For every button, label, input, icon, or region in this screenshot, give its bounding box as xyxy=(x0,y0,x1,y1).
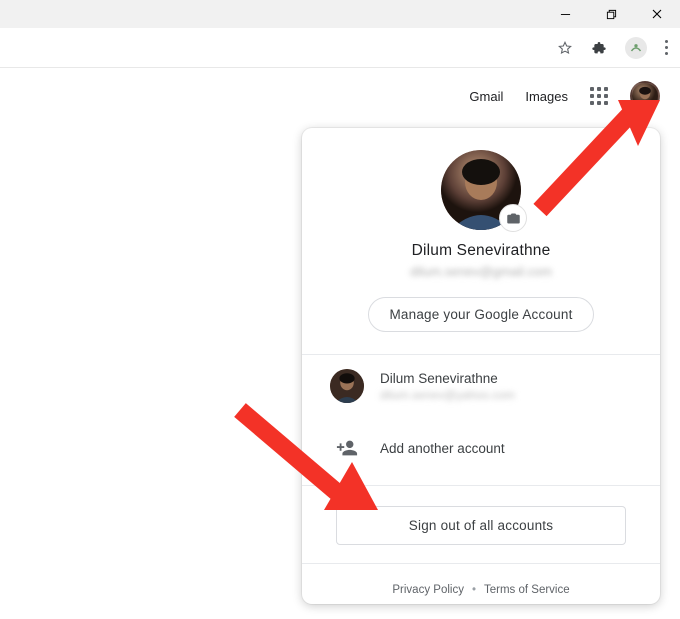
footer-separator: • xyxy=(472,584,476,596)
popover-header: Dilum Senevirathne dilum.senev@gmail.com… xyxy=(302,128,660,355)
chrome-menu-button[interactable] xyxy=(665,40,668,55)
restore-icon xyxy=(606,9,617,20)
other-account-row[interactable]: Dilum Senevirathne dilum.senev@yahoo.com xyxy=(302,355,660,417)
gmail-link[interactable]: Gmail xyxy=(469,89,503,104)
other-account-email: dilum.senev@yahoo.com xyxy=(380,388,515,402)
window-close-button[interactable] xyxy=(634,0,680,28)
os-titlebar xyxy=(0,0,680,28)
popover-footer: Privacy Policy • Terms of Service xyxy=(302,570,660,596)
avatar-icon xyxy=(632,83,658,109)
popover-avatar-wrap xyxy=(441,150,521,230)
add-account-label: Add another account xyxy=(380,441,505,456)
terms-link[interactable]: Terms of Service xyxy=(484,584,570,596)
add-account-row[interactable]: Add another account xyxy=(302,417,660,479)
account-email: dilum.senev@gmail.com xyxy=(410,264,552,279)
window-minimize-button[interactable] xyxy=(542,0,588,28)
google-account-popover: Dilum Senevirathne dilum.senev@gmail.com… xyxy=(302,128,660,604)
other-account-name: Dilum Senevirathne xyxy=(380,371,515,386)
google-top-nav: Gmail Images xyxy=(0,68,680,124)
bookmark-star-icon[interactable] xyxy=(557,40,573,56)
account-avatar-button[interactable] xyxy=(630,81,660,111)
person-add-icon xyxy=(330,431,364,465)
other-account-text: Dilum Senevirathne dilum.senev@yahoo.com xyxy=(380,371,515,402)
privacy-policy-link[interactable]: Privacy Policy xyxy=(392,584,464,596)
camera-icon xyxy=(506,211,521,226)
extensions-icon[interactable] xyxy=(591,40,607,56)
change-photo-button[interactable] xyxy=(499,204,527,232)
window-restore-button[interactable] xyxy=(588,0,634,28)
sign-out-all-button[interactable]: Sign out of all accounts xyxy=(336,506,626,545)
account-name: Dilum Senevirathne xyxy=(412,242,551,260)
popover-divider-2 xyxy=(302,563,660,564)
other-account-avatar xyxy=(330,369,364,403)
images-link[interactable]: Images xyxy=(525,89,568,104)
kebab-icon xyxy=(665,40,668,43)
popover-divider xyxy=(302,485,660,486)
minimize-icon xyxy=(560,9,571,20)
browser-toolbar xyxy=(0,28,680,68)
google-apps-button[interactable] xyxy=(590,87,608,105)
manage-account-button[interactable]: Manage your Google Account xyxy=(368,297,593,332)
browser-profile-avatar[interactable] xyxy=(625,37,647,59)
close-icon xyxy=(651,8,663,20)
